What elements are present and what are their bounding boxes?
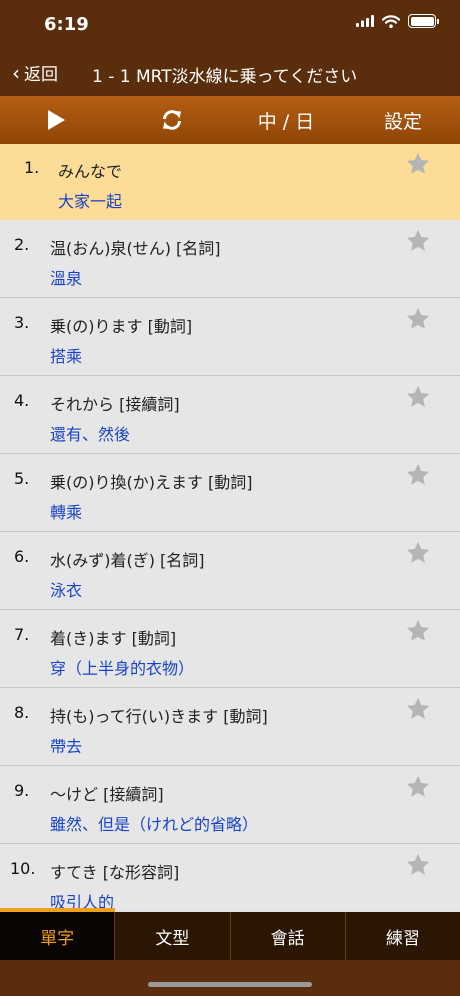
star-icon[interactable] [404,383,432,411]
language-toggle[interactable]: 中 / 日 [250,96,322,144]
row-number: 4. [14,391,30,410]
row-meaning: 泳衣 [50,581,83,600]
star-icon[interactable] [404,695,432,723]
tab-grammar[interactable]: 文型 [115,912,231,960]
vocab-row[interactable]: 4. それから [接續詞] 還有、然後 [0,377,460,454]
status-time: 6:19 [44,14,89,35]
vocab-list: 1. みんなで 大家一起 2. 温(おん)泉(せん) [名詞] 溫泉 3. 乗(… [0,144,460,908]
toolbar: 中 / 日 設定 [0,96,460,144]
vocab-row[interactable]: 6. 水(みず)着(ぎ) [名詞] 泳衣 [0,533,460,610]
row-number: 5. [14,469,30,488]
row-number: 1. [24,158,40,177]
star-icon[interactable] [404,773,432,801]
row-meaning: 還有、然後 [50,425,131,444]
vocab-row[interactable]: 9. 〜けど [接續詞] 雖然、但是（けれど的省略） [0,767,460,844]
row-japanese: 持(も)って行(い)きます [動詞] [50,707,268,726]
row-japanese: 着(き)ます [動詞] [50,629,177,648]
row-japanese: 水(みず)着(ぎ) [名詞] [50,551,205,570]
wifi-icon [382,14,400,28]
page-title: 1 - 1 MRT淡水線に乗ってください [92,67,358,87]
row-number: 6. [14,547,30,566]
vocab-row[interactable]: 7. 着(き)ます [動詞] 穿（上半身的衣物） [0,611,460,688]
star-icon[interactable] [404,305,432,333]
row-japanese: 温(おん)泉(せん) [名詞] [50,239,221,258]
row-number: 3. [14,313,30,332]
vocab-row[interactable]: 8. 持(も)って行(い)きます [動詞] 帶去 [0,689,460,766]
vocab-row[interactable]: 5. 乗(の)り換(か)えます [動詞] 轉乘 [0,455,460,532]
row-japanese: 乗(の)り換(か)えます [動詞] [50,473,253,492]
tab-practice[interactable]: 練習 [346,912,460,960]
row-number: 7. [14,625,30,644]
back-label: 返回 [24,65,58,85]
play-button[interactable] [36,96,76,144]
row-meaning: 大家一起 [58,192,123,211]
row-meaning: 帶去 [50,737,83,756]
star-icon[interactable] [404,539,432,567]
row-japanese: すてき [な形容詞] [50,863,180,882]
signal-icon [356,15,374,27]
refresh-icon [163,110,181,130]
row-number: 2. [14,235,30,254]
star-icon[interactable] [404,150,432,178]
tab-vocabulary[interactable]: 單字 [0,912,116,960]
row-number: 10. [10,859,36,878]
star-icon[interactable] [404,227,432,255]
nav-bar: ‹ 返回 1 - 1 MRT淡水線に乗ってください [0,48,460,96]
row-meaning: 吸引人的 [50,893,115,908]
refresh-button[interactable] [152,96,192,144]
vocab-row[interactable]: 10. すてき [な形容詞] 吸引人的 [0,845,460,908]
row-japanese: 〜けど [接續詞] [50,785,164,804]
back-button[interactable]: ‹ 返回 [12,60,58,86]
row-number: 8. [14,703,30,722]
status-icons [356,14,439,28]
row-japanese: みんなで [58,162,123,181]
star-icon[interactable] [404,461,432,489]
row-japanese: それから [接續詞] [50,395,180,414]
row-meaning: 溫泉 [50,269,83,288]
row-meaning: 搭乘 [50,347,83,366]
row-meaning: 穿（上半身的衣物） [50,659,195,678]
vocab-row[interactable]: 2. 温(おん)泉(せん) [名詞] 溫泉 [0,221,460,298]
row-meaning: 雖然、但是（けれど的省略） [50,815,259,834]
status-bar: 6:19 [0,0,460,48]
vocab-row[interactable]: 3. 乗(の)ります [動詞] 搭乘 [0,299,460,376]
vocab-row[interactable]: 1. みんなで 大家一起 [0,144,460,220]
tab-conversation[interactable]: 會話 [231,912,346,960]
home-indicator-area [0,960,460,996]
row-japanese: 乗(の)ります [動詞] [50,317,193,336]
row-meaning: 轉乘 [50,503,83,522]
play-icon [48,110,65,130]
settings-button[interactable]: 設定 [374,96,432,144]
star-icon[interactable] [404,617,432,645]
home-indicator [148,982,312,987]
tab-bar: 單字 文型 會話 練習 [0,912,460,960]
battery-icon [408,14,439,28]
star-icon[interactable] [404,851,432,879]
chevron-left-icon: ‹ [12,60,20,85]
row-number: 9. [14,781,30,800]
